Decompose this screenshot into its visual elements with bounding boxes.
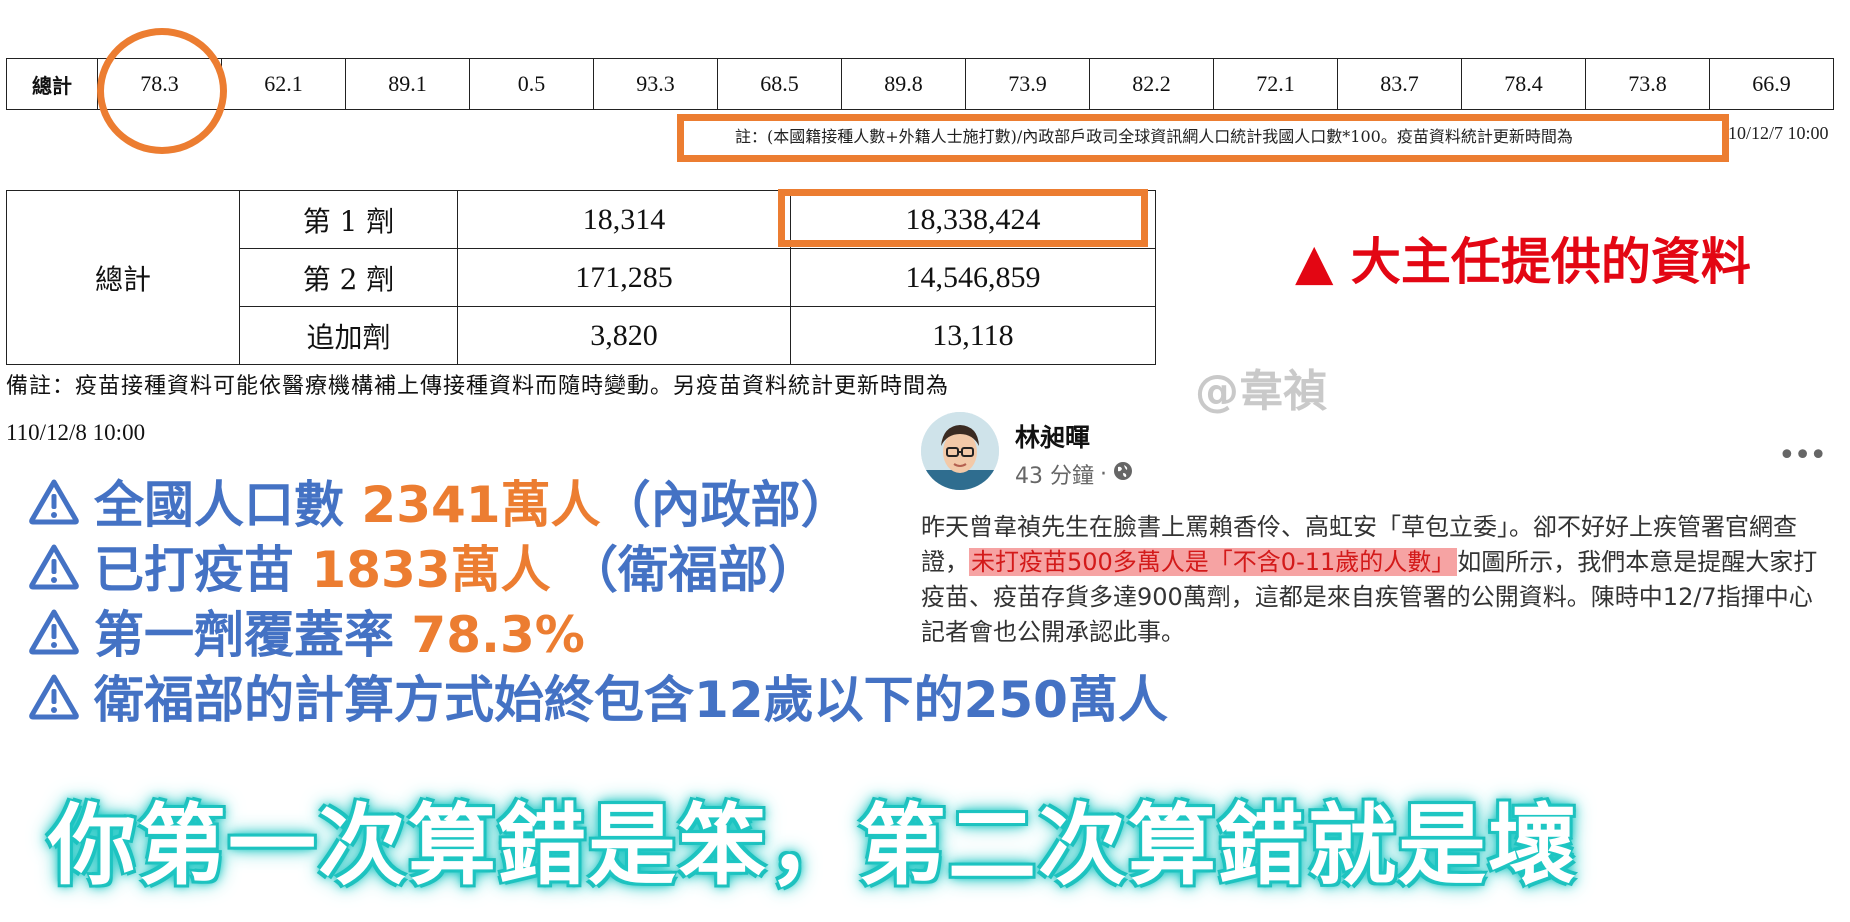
warning-highlight: 78.3%: [411, 606, 585, 664]
warning-text: 全國人口數: [94, 476, 362, 534]
coverage-cell: 68.5: [717, 58, 842, 110]
post-author[interactable]: 林昶暉: [1015, 418, 1090, 454]
dose-value-a: 18,314: [457, 190, 791, 249]
coverage-note-time: 10/12/7 10:00: [1728, 123, 1829, 143]
coverage-cell: 89.8: [841, 58, 966, 110]
dose-value-a: 3,820: [457, 306, 791, 365]
warning-highlight: 2341萬人: [361, 476, 601, 534]
coverage-cell: 89.1: [345, 58, 470, 110]
dose-value-b: 13,118: [790, 306, 1156, 365]
warning-text: 已打疫苗: [94, 541, 312, 599]
globe-icon: [1113, 461, 1133, 487]
post-time[interactable]: 43 分鐘: [1015, 458, 1094, 490]
coverage-table: 總計 78.3 62.1 89.1 0.5 93.3 68.5 89.8 73.…: [6, 58, 1834, 110]
meta-separator: ·: [1100, 461, 1107, 487]
source-caption: ▲ 大主任提供的資料: [1295, 233, 1751, 291]
warning-icon: [29, 544, 79, 590]
warning-line: 已打疫苗 1833萬人 （衛福部）: [28, 530, 818, 602]
avatar[interactable]: [921, 412, 999, 490]
warning-text: 衛福部的計算方式始終包含12歲以下的250萬人: [94, 671, 1168, 729]
highlight-cell-box: [778, 189, 1148, 247]
coverage-cell: 0.5: [469, 58, 594, 110]
coverage-cell: 83.7: [1337, 58, 1462, 110]
post-meta: 43 分鐘 ·: [1015, 458, 1133, 490]
slogan: 你第一次算錯是笨，第二次算錯就是壞: [48, 794, 1579, 897]
dose-label: 第 1 劑: [239, 190, 458, 249]
warning-line: 衛福部的計算方式始終包含12歲以下的250萬人: [28, 660, 1168, 732]
dose-label: 第 2 劑: [239, 248, 458, 307]
warning-suffix: （衛福部）: [550, 541, 819, 599]
coverage-cell: 66.9: [1709, 58, 1834, 110]
warning-line: 全國人口數 2341萬人（內政部）: [28, 465, 851, 537]
warning-text: 第一劑覆蓋率: [94, 606, 412, 664]
coverage-cell: 73.8: [1585, 58, 1710, 110]
post-body: 昨天曾韋禎先生在臉書上罵賴香伶、高虹安「草包立委」。卻不好好上疾管署官網查證，未…: [921, 510, 1831, 650]
warning-icon: [29, 479, 79, 525]
coverage-cell: 93.3: [593, 58, 718, 110]
more-horizontal-icon[interactable]: •••: [1778, 438, 1827, 473]
coverage-row: 總計 78.3 62.1 89.1 0.5 93.3 68.5 89.8 73.…: [6, 58, 1834, 110]
dose-label: 追加劑: [239, 306, 458, 365]
dose-value-b: 14,546,859: [790, 248, 1156, 307]
vaccine-remark: 備註：疫苗接種資料可能依醫療機構補上傳接種資料而隨時變動。另疫苗資料統計更新時間…: [6, 374, 950, 399]
dose-value-a: 171,285: [457, 248, 791, 307]
warning-icon: [29, 609, 79, 655]
highlight-note-box: [677, 114, 1729, 162]
warning-line: 第一劑覆蓋率 78.3%: [28, 595, 585, 667]
vaccine-update-time: 110/12/8 10:00: [6, 420, 146, 445]
coverage-cell: 72.1: [1213, 58, 1338, 110]
warning-suffix: （內政部）: [600, 476, 851, 534]
coverage-label: 總計: [6, 58, 98, 110]
coverage-cell: 82.2: [1089, 58, 1214, 110]
post-body-highlight: 未打疫苗500多萬人是「不含0-11歲的人數」: [969, 548, 1458, 576]
warning-highlight: 1833萬人: [311, 541, 551, 599]
highlight-circle: [97, 28, 227, 154]
coverage-cell: 73.9: [965, 58, 1090, 110]
coverage-cell: 78.4: [1461, 58, 1586, 110]
warning-icon: [29, 674, 79, 720]
vaccine-group-label: 總計: [6, 190, 240, 365]
watermark: @韋禎: [1195, 366, 1327, 417]
coverage-cell: 62.1: [221, 58, 346, 110]
